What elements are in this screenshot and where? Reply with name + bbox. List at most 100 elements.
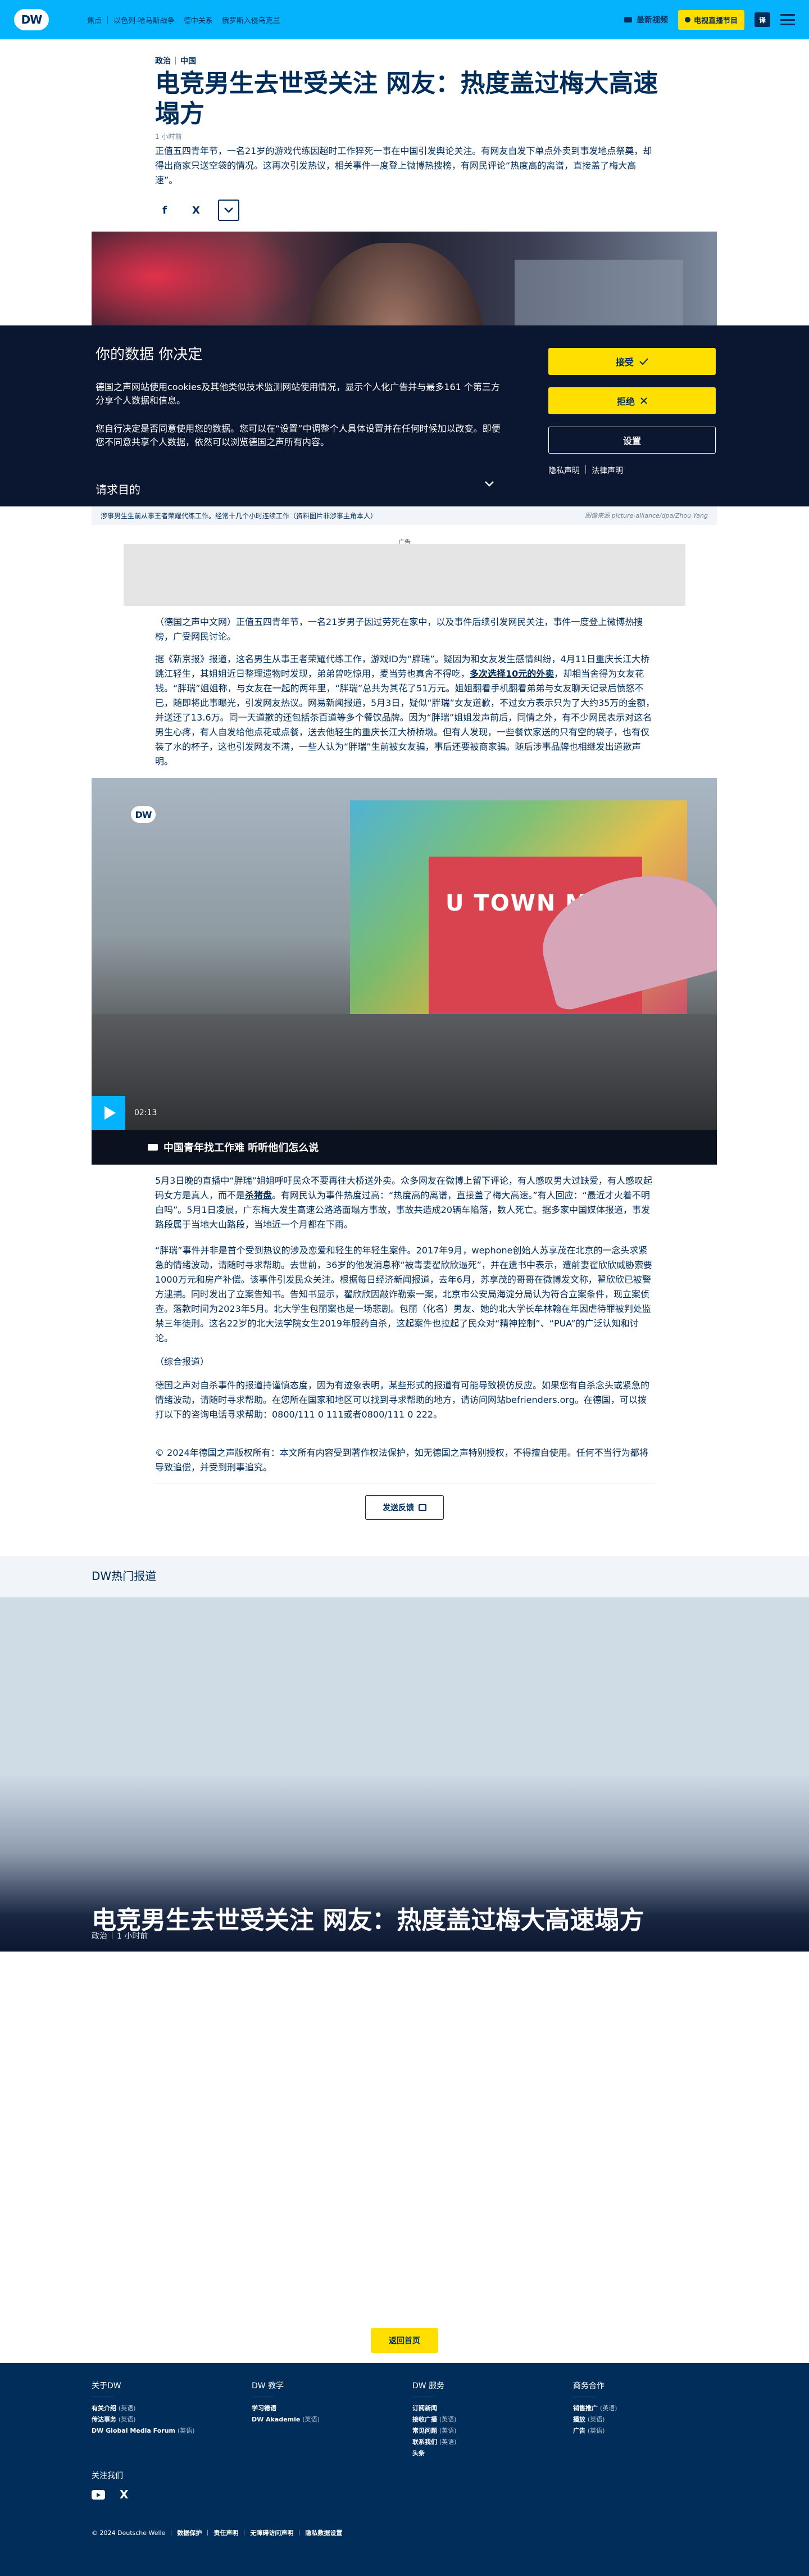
footer-col-business: 商务合作 销售推广 (英语) 播放 (英语) 广告 (英语) xyxy=(573,2380,713,2437)
hero-caption: 涉事男生生前从事王者荣耀代练工作。经常十几个小时连续工作（资料图片非涉事主角本人… xyxy=(92,506,717,525)
video-duration: 02:13 xyxy=(134,1108,157,1117)
body-paragraph: 德国之声对自杀事件的报道持谨慎态度，因为有迹象表明，某些形式的报道有可能导致模仿… xyxy=(155,1380,650,1420)
footer-link[interactable]: 接收广播 (英语) xyxy=(412,2414,553,2425)
video-title-bar[interactable]: 中国青年找工作难 听听他们怎么说 xyxy=(92,1130,717,1165)
hero-caption-text: 涉事男生生前从事王者荣耀代练工作。经常十几个小时连续工作（资料图片非涉事主角本人… xyxy=(101,511,378,520)
live-tv-label: 电视直播节目 xyxy=(693,16,738,25)
footer-link-disclaimer[interactable]: 责任声明 xyxy=(213,2528,238,2537)
header-actions: 最新视频 电视直播节目 译 xyxy=(624,10,795,30)
footer-col-services: DW 服务 订阅新闻 接收广播 (英语) 常见问题 (英语) 联系我们 (英语)… xyxy=(412,2380,553,2459)
footer-link-privacy[interactable]: 数据保护 xyxy=(177,2528,202,2537)
dw-logo[interactable]: DW xyxy=(14,9,49,30)
article-teaser: 正值五四青年节，一名21岁的游戏代练因超时工作猝死一事在中国引发舆论关注。有网友… xyxy=(155,146,652,185)
body-paragraph: 5月3日晚的直播中“胖瑞”姐姐呼吁民众不要再往大桥送外卖。众多网友在微博上留下评… xyxy=(155,1175,652,1230)
footer-link[interactable]: 联系我们 (英语) xyxy=(412,2437,553,2448)
cookie-text: 德国之声网站使用cookies及其他类似技术监测网站使用情况，显示个人化广告并与… xyxy=(96,382,500,406)
article-title: 电竞男生去世受关注 网友：热度盖过梅大高速塌方 xyxy=(155,69,658,128)
footer-link[interactable]: 播放 (英语) xyxy=(573,2414,713,2425)
footer-col-about: 关于DW 有关介绍 (英语) 传达事务 (英语) DW Global Media… xyxy=(92,2380,232,2437)
chevron-down-icon[interactable] xyxy=(218,200,239,221)
cookie-consent-banner: 你的数据 你决定 德国之声网站使用cookies及其他类似技术监测网站使用情况，… xyxy=(0,325,809,506)
footer-link-accessibility[interactable]: 无障碍访问声明 xyxy=(250,2528,293,2537)
footer-link[interactable]: 头条 xyxy=(412,2448,553,2459)
reject-label: 拒绝 xyxy=(616,396,635,407)
body-paragraph: 据《新京报》报道，这名男生从事王者荣耀代练工作，游戏ID为“胖瑞”。疑因为和女友… xyxy=(155,654,655,767)
hot-topics-label: 焦点 xyxy=(87,16,102,25)
featured-story-tag: 政治 xyxy=(92,1932,107,1941)
site-footer: 关于DW 有关介绍 (英语) 传达事务 (英语) DW Global Media… xyxy=(0,2363,809,2576)
share-bar: f X xyxy=(155,200,239,221)
accept-label: 接受 xyxy=(615,357,634,368)
footer-link[interactable]: DW Global Media Forum (英语) xyxy=(92,2425,232,2437)
body-paragraph: （德国之声中文网）正值五四青年节，一名21岁男子因过劳死在家中，以及事件后续引发… xyxy=(155,617,643,642)
footer-col-title: DW 教学 xyxy=(252,2382,284,2391)
chevron-down-icon xyxy=(485,481,494,487)
footer-col-title: 商务合作 xyxy=(573,2382,605,2391)
reject-cookies-button[interactable]: 拒绝 xyxy=(548,387,716,414)
social-links: X xyxy=(92,2489,128,2500)
featured-story-card[interactable] xyxy=(0,1597,809,1952)
close-icon xyxy=(640,397,647,404)
privacy-link[interactable]: 隐私声明 xyxy=(548,465,580,476)
footer-legal: © 2024 Deutsche Welle 数据保护 责任声明 无障碍访问声明 … xyxy=(92,2528,342,2537)
back-home-button[interactable]: 返回首页 xyxy=(371,2328,438,2353)
cookie-purpose-label: 请求目的 xyxy=(96,483,140,496)
accept-cookies-button[interactable]: 接受 xyxy=(548,348,716,375)
cookie-text: 您自行决定是否同意使用您的数据。您可以在“设置”中调整个人具体设置并在任何时候加… xyxy=(96,423,501,447)
video-camera-icon xyxy=(148,1144,158,1151)
cookie-heading: 你的数据 你决定 xyxy=(96,346,203,363)
footer-link[interactable]: 订阅新闻 xyxy=(412,2403,553,2414)
hot-section-title: DW热门报道 xyxy=(92,1569,157,1583)
footer-link[interactable]: DW Akademie (英语) xyxy=(252,2414,392,2425)
inline-link-takeout[interactable]: 多次选择10元的外卖 xyxy=(470,668,554,679)
hot-link-germany-china[interactable]: 德中关系 xyxy=(184,15,213,25)
footer-link[interactable]: 销售推广 (英语) xyxy=(573,2403,713,2414)
hot-link-russia-ukraine[interactable]: 俄罗斯入侵乌克兰 xyxy=(222,15,280,25)
live-dot-icon xyxy=(684,17,690,22)
featured-story-time: 1 小时前 xyxy=(117,1932,148,1941)
body-paragraph: “胖瑞”事件并非是首个受到热议的涉及恋爱和轻生的年轻生案件。2017年9月，we… xyxy=(155,1245,652,1343)
footer-link[interactable]: 广告 (英语) xyxy=(573,2425,713,2437)
video-camera-icon xyxy=(624,17,632,22)
latest-video-link[interactable]: 最新视频 xyxy=(624,14,668,25)
legal-link[interactable]: 法律声明 xyxy=(592,465,623,476)
x-icon[interactable]: X xyxy=(187,201,206,220)
inline-link-pig-butchering[interactable]: 杀猪盘 xyxy=(245,1190,272,1201)
footer-link[interactable]: 学习德语 xyxy=(252,2403,392,2414)
play-icon[interactable] xyxy=(92,1096,125,1130)
facebook-icon[interactable]: f xyxy=(155,201,174,220)
featured-story-meta: 政治 1 小时前 xyxy=(92,1930,148,1941)
video-title: 中国青年找工作难 听听他们怎么说 xyxy=(163,1142,319,1154)
hero-credit: 图像来源 picture-alliance/dpa/Zhou Yang xyxy=(585,512,708,519)
x-icon[interactable]: X xyxy=(120,2489,128,2500)
live-tv-button[interactable]: 电视直播节目 xyxy=(678,10,744,30)
kicker-china[interactable]: 中国 xyxy=(180,55,196,66)
article-time: 1 小时前 xyxy=(155,133,182,141)
video-player[interactable]: U TOWN MALL DW xyxy=(92,778,717,1130)
follow-us-label: 关注我们 xyxy=(92,2471,123,2480)
divider xyxy=(107,16,108,24)
copyright: © 2024 Deutsche Welle xyxy=(92,2529,166,2537)
youtube-icon[interactable] xyxy=(92,2490,105,2500)
footer-link[interactable]: 传达事务 (英语) xyxy=(92,2414,232,2425)
feedback-label: 发送反馈 xyxy=(383,1504,414,1513)
ad-slot xyxy=(124,544,685,606)
video-controls: 02:13 xyxy=(92,1096,717,1130)
footer-link[interactable]: 常见问题 (英语) xyxy=(412,2425,553,2437)
footer-link-privacy-settings[interactable]: 隐私数据设置 xyxy=(305,2528,342,2537)
kicker-politics[interactable]: 政治 xyxy=(155,55,171,66)
footer-col-learn: DW 教学 学习德语 DW Akademie (英语) xyxy=(252,2380,392,2425)
cookie-settings-button[interactable]: 设置 xyxy=(548,427,716,454)
send-feedback-button[interactable]: 发送反馈 xyxy=(365,1495,444,1520)
language-button[interactable]: 译 xyxy=(755,12,770,27)
hamburger-menu-icon[interactable] xyxy=(780,14,795,25)
copyright-notice: © 2024年德国之声版权所有：本文所有内容受到著作权法保护，如无德国之声特别授… xyxy=(155,1447,648,1473)
hot-link-israel-hamas[interactable]: 以色列-哈马斯战争 xyxy=(113,15,175,25)
footer-link[interactable]: 有关介绍 (英语) xyxy=(92,2403,232,2414)
featured-story-title[interactable]: 电竞男生去世受关注 网友：热度盖过梅大高速塌方 xyxy=(92,1900,644,1936)
site-header: DW 焦点 以色列-哈马斯战争 德中关系 俄罗斯入侵乌克兰 最新视频 电视直播节… xyxy=(0,0,809,39)
hot-topics-links: 以色列-哈马斯战争 德中关系 俄罗斯入侵乌克兰 xyxy=(113,15,280,25)
dw-watermark-logo: DW xyxy=(131,806,156,823)
cookie-purpose-toggle[interactable]: 请求目的 xyxy=(96,481,494,497)
latest-video-label: 最新视频 xyxy=(636,16,668,25)
